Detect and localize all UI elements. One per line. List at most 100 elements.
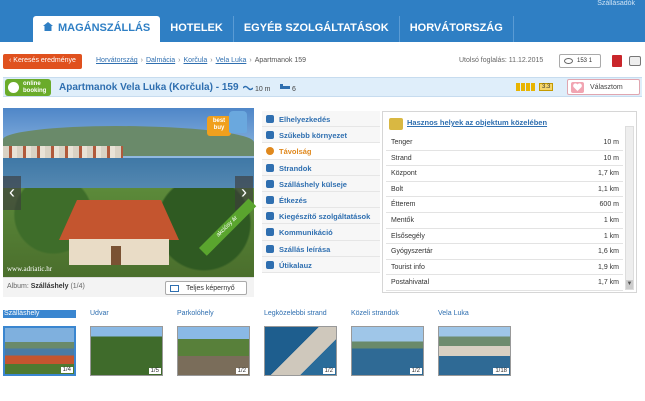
- menu-item-location[interactable]: Elhelyezkedés: [262, 111, 380, 128]
- table-row: Postahivatal 1,7 km: [386, 275, 623, 291]
- previous-photo-arrow[interactable]: ‹: [3, 176, 21, 210]
- place-distance: 1 km: [603, 216, 619, 224]
- heart-icon: [571, 82, 584, 93]
- place-distance: 10 m: [603, 139, 619, 146]
- select-button[interactable]: Választom: [567, 79, 640, 95]
- menu-item-communication[interactable]: Kommunikáció: [262, 224, 380, 241]
- wifi-icon: [266, 228, 274, 237]
- album-thumbnail-vela-luka[interactable]: Vela Luka 1/18: [438, 310, 511, 376]
- menu-label: Szállás leírása: [279, 244, 331, 254]
- scroll-down-arrow[interactable]: ▼: [626, 280, 633, 289]
- thumbnail-count: 1/2: [235, 368, 248, 374]
- tab-label: MAGÁNSZÁLLÁS: [58, 22, 151, 34]
- fullscreen-button[interactable]: Teljes képernyő: [165, 281, 247, 295]
- thumbnail-label: Legközelebbi strand: [264, 310, 327, 317]
- thumbnail-label: Vela Luka: [438, 310, 469, 317]
- rating-value: 3.3: [539, 83, 554, 91]
- menu-label: Útikalauz: [279, 260, 312, 270]
- view-counter: 153 1: [559, 54, 601, 68]
- breadcrumb-link[interactable]: Horvátország: [96, 57, 138, 64]
- breadcrumb-link[interactable]: Dalmácia: [146, 57, 175, 64]
- tab-other-services[interactable]: EGYÉB SZOLGÁLTATÁSOK: [234, 16, 400, 42]
- tab-private-accommodation[interactable]: MAGÁNSZÁLLÁS: [33, 16, 161, 42]
- thumbnail-count: 1/5: [148, 368, 161, 374]
- distances-scrollbar[interactable]: ▼: [625, 126, 634, 290]
- breadcrumb-row: ‹ Keresés eredménye Horvátország › Dalmáci…: [0, 54, 645, 70]
- property-title-bar: online booking Apartmanok Vela Luka (Kor…: [3, 77, 642, 97]
- bed-count-value: 6: [291, 86, 296, 93]
- table-row: Elsősegély 1 km: [386, 229, 623, 245]
- menu-item-extra-services[interactable]: Kiegészítő szolgáltatások: [262, 208, 380, 225]
- menu-item-distance[interactable]: Távolság: [262, 143, 380, 160]
- place-distance: 1 km: [603, 232, 619, 240]
- place-name: Tourist info: [391, 263, 425, 271]
- menu-item-meals[interactable]: Étkezés: [262, 191, 380, 209]
- online-label: online: [23, 81, 41, 87]
- star-icon: [526, 83, 530, 91]
- thumbnail-label: Szálláshely: [3, 310, 76, 318]
- pdf-icon[interactable]: [612, 55, 622, 67]
- thumbnail-count: 1/2: [409, 368, 422, 374]
- album-thumbnail-accommodation[interactable]: Szálláshely 1/4: [3, 310, 76, 376]
- thumbs-up-icon: [229, 111, 247, 133]
- place-name: Strand: [391, 154, 412, 162]
- breadcrumb-link[interactable]: Korčula: [184, 57, 208, 64]
- album-thumbnail-parking[interactable]: Parkolóhely 1/2: [177, 310, 250, 376]
- print-icon[interactable]: [629, 56, 641, 66]
- best-buy-badge: best buy: [207, 111, 247, 137]
- wave-icon: [242, 85, 254, 91]
- place-distance: 1,9 km: [597, 263, 619, 271]
- album-thumbnail-nearest-beach[interactable]: Legközelebbi strand 1/2: [264, 310, 337, 376]
- menu-item-description[interactable]: Szállás leírása: [262, 240, 380, 257]
- plus-icon: [266, 212, 274, 221]
- fullscreen-label: Teljes képernyő: [186, 285, 235, 292]
- table-row: Bolt 1,1 km: [386, 182, 623, 198]
- star-icon: [516, 83, 520, 91]
- breadcrumb-separator: ›: [140, 57, 143, 64]
- tab-hotels[interactable]: HOTELEK: [160, 16, 234, 42]
- place-distance: 1,7 km: [597, 279, 619, 287]
- back-to-results-button[interactable]: ‹ Keresés eredménye: [3, 54, 82, 69]
- distances-heading[interactable]: Hasznos helyek az objektum közelében: [389, 118, 547, 132]
- place-distance: 1,6 km: [597, 248, 619, 256]
- property-title: Apartmanok Vela Luka (Korčula) - 159: [59, 82, 239, 93]
- table-row: Tourist info 1,9 km: [386, 260, 623, 276]
- globe-icon: [266, 115, 274, 123]
- breadcrumb: Horvátország › Dalmácia › Korčula › Vela Luka ›…: [96, 57, 306, 64]
- thumbnail-image: 1/2: [351, 326, 424, 376]
- menu-label: Távolság: [279, 147, 312, 157]
- album-thumbnail-yard[interactable]: Udvar 1/5: [90, 310, 163, 376]
- table-row: Strand 10 m: [386, 151, 623, 167]
- menu-label: Szálláshely külseje: [279, 179, 347, 189]
- menu-item-surroundings[interactable]: Szűkebb környezet: [262, 127, 380, 144]
- distance-sea-value: 10 m: [254, 86, 271, 93]
- breadcrumb-link[interactable]: Vela Luka: [216, 57, 247, 64]
- album-bar: Album: Szálláshely (1/4) Teljes képernyő: [3, 277, 254, 297]
- view-count: 153: [577, 58, 588, 64]
- main-nav: MAGÁNSZÁLLÁS HOTELEK EGYÉB SZOLGÁLTATÁSO…: [33, 16, 514, 42]
- album-label: Album:: [7, 283, 29, 290]
- menu-item-exterior[interactable]: Szálláshely külseje: [262, 175, 380, 192]
- map-pin-icon: [389, 118, 403, 130]
- bed-icon: [280, 84, 290, 89]
- house-icon: [266, 179, 274, 188]
- tab-croatia[interactable]: HORVÁTORSZÁG: [400, 16, 514, 42]
- menu-item-beaches[interactable]: Strandok: [262, 159, 380, 176]
- thumbnail-image: 1/4: [3, 326, 76, 376]
- thumbnail-count: 1/18: [493, 368, 509, 374]
- cutlery-icon: [266, 195, 274, 204]
- fullscreen-icon: [170, 285, 179, 292]
- breadcrumb-separator: ›: [178, 57, 181, 64]
- table-row: Mentők 1 km: [386, 213, 623, 229]
- album-thumbnail-nearby-beaches[interactable]: Közeli strandok 1/2: [351, 310, 424, 376]
- distance-to-sea: 10 m: [242, 83, 271, 93]
- view-badge: 1: [588, 58, 593, 64]
- menu-item-guide[interactable]: Útikalauz: [262, 256, 380, 273]
- breadcrumb-separator: ›: [249, 57, 252, 64]
- hosts-link[interactable]: Szállásadók: [597, 0, 635, 7]
- beach-icon: [266, 163, 274, 172]
- menu-label: Szűkebb környezet: [279, 131, 347, 141]
- table-row: Gyógyszertár 1,6 km: [386, 244, 623, 260]
- place-name: Bolt: [391, 185, 404, 193]
- album-thumbnails: Szálláshely 1/4 Udvar 1/5 Parkolóhely 1/…: [3, 310, 523, 378]
